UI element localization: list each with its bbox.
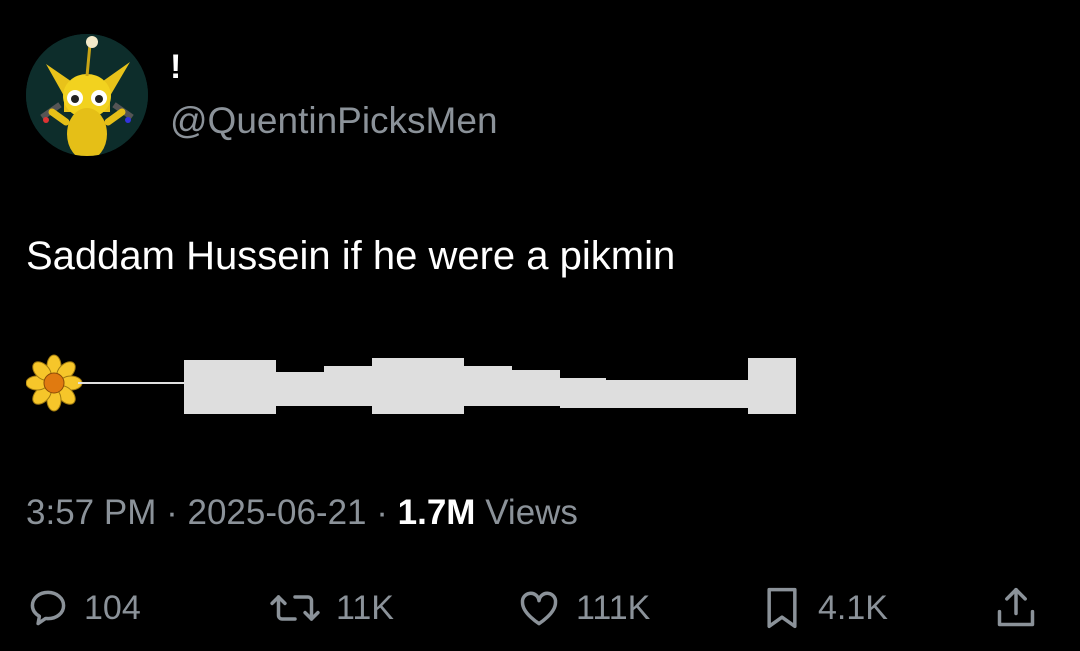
reply-button[interactable]: 104 (26, 578, 141, 638)
meta-separator: · (376, 493, 388, 532)
pikmin-drawing (26, 354, 796, 414)
like-count: 111K (576, 588, 651, 627)
views-label[interactable]: Views (485, 493, 578, 532)
retweet-button[interactable]: 11K (268, 578, 394, 638)
author-display-name[interactable]: ! (170, 48, 181, 87)
share-upload-icon (997, 587, 1035, 627)
meta-separator: · (166, 493, 178, 532)
tweet-time[interactable]: 3:57 PM (26, 493, 156, 532)
views-count[interactable]: 1.7M (398, 493, 476, 532)
tweet-text: Saddam Hussein if he were a pikmin (26, 234, 676, 278)
avatar[interactable] (26, 34, 148, 156)
reply-count: 104 (84, 588, 141, 627)
tweet-date[interactable]: 2025-06-21 (187, 493, 366, 532)
author-handle[interactable]: @QuentinPicksMen (170, 100, 498, 142)
speech-bubble-icon (30, 590, 66, 626)
bookmark-icon (767, 587, 797, 629)
retweet-arrows-icon (270, 595, 320, 621)
retweet-count: 11K (336, 588, 394, 627)
like-button[interactable]: 111K (516, 578, 650, 638)
share-button[interactable] (994, 578, 1038, 638)
daisy-flower-icon (26, 354, 83, 412)
pikmin-avatar-image (26, 34, 148, 156)
action-bar: 104 11K 111K 4.1K (0, 578, 1080, 638)
heart-icon (520, 591, 558, 626)
tweet-meta: 3:57 PM · 2025-06-21 · 1.7M Views (26, 493, 578, 533)
blocky-stem (184, 358, 796, 414)
bookmark-button[interactable]: 4.1K (760, 578, 888, 638)
bookmark-count: 4.1K (818, 588, 888, 627)
